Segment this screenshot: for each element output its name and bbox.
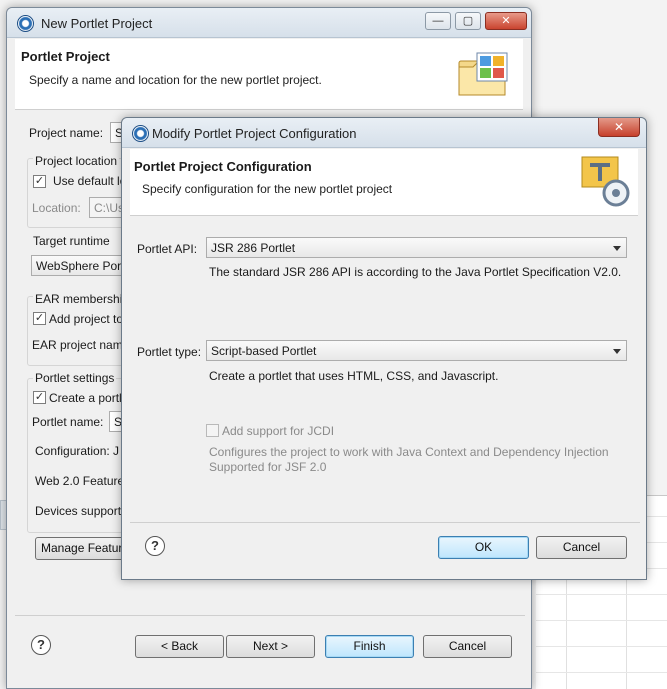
eclipse-logo-icon	[17, 15, 34, 32]
window-titlebar: New Portlet Project — ▢ ✕	[7, 8, 531, 38]
add-project-to-ear-label: Add project to	[49, 312, 124, 326]
dialog-close-button[interactable]: ✕	[598, 118, 640, 137]
modify-portlet-configuration-dialog: Modify Portlet Project Configuration ✕ P…	[121, 117, 647, 580]
project-name-label: Project name:	[29, 126, 104, 140]
jcdi-support-label: Add support for JCDI	[222, 424, 335, 438]
dialog-header: Portlet Project Configuration Specify co…	[130, 149, 638, 216]
cancel-button[interactable]: Cancel	[423, 635, 512, 658]
folder-wizard-icon	[458, 52, 508, 96]
help-icon[interactable]: ?	[31, 635, 51, 655]
project-location-label: Project location	[33, 154, 120, 168]
eclipse-logo-icon	[132, 125, 149, 142]
portlet-type-value: Script-based Portlet	[211, 344, 317, 358]
finish-button[interactable]: Finish	[325, 635, 414, 658]
web20-features-label: Web 2.0 Feature	[35, 474, 125, 488]
dialog-header-title: Portlet Project Configuration	[134, 159, 312, 174]
wizard-subtitle: Specify a name and location for the new …	[29, 73, 322, 87]
target-runtime-label: Target runtime	[33, 234, 110, 248]
chevron-down-icon	[613, 246, 621, 251]
use-default-location-label: Use default lo	[53, 174, 127, 188]
portlet-name-label: Portlet name:	[32, 415, 104, 429]
button-bar-separator	[15, 615, 525, 616]
configuration-gear-icon	[581, 156, 630, 207]
create-portlet-label: Create a portl	[49, 391, 122, 405]
use-default-location-checkbox[interactable]: ✓	[33, 175, 46, 188]
dialog-cancel-button[interactable]: Cancel	[536, 536, 627, 559]
close-button[interactable]: ✕	[485, 12, 527, 30]
dialog-titlebar: Modify Portlet Project Configuration ✕	[122, 118, 646, 148]
create-portlet-checkbox[interactable]: ✓	[33, 391, 46, 404]
maximize-button[interactable]: ▢	[455, 12, 481, 30]
jcdi-description-line2: Supported for JSF 2.0	[209, 460, 327, 474]
dialog-button-separator	[130, 522, 640, 523]
portlet-api-combo[interactable]: JSR 286 Portlet	[206, 237, 627, 258]
dialog-title: Modify Portlet Project Configuration	[152, 126, 357, 141]
wizard-header: Portlet Project Specify a name and locat…	[15, 39, 523, 110]
add-project-to-ear-checkbox[interactable]: ✓	[33, 312, 46, 325]
portlet-api-label: Portlet API:	[137, 242, 198, 256]
portlet-type-combo[interactable]: Script-based Portlet	[206, 340, 627, 361]
minimize-button[interactable]: —	[425, 12, 451, 30]
ear-membership-label: EAR membership	[33, 292, 132, 306]
portlet-api-description: The standard JSR 286 API is according to…	[209, 265, 622, 279]
portlet-type-description: Create a portlet that uses HTML, CSS, an…	[209, 369, 499, 383]
portlet-type-label: Portlet type:	[137, 345, 202, 359]
jcdi-support-checkbox[interactable]	[206, 424, 219, 437]
help-icon[interactable]: ?	[145, 536, 165, 556]
manage-features-button[interactable]: Manage Featur	[35, 537, 133, 560]
portlet-settings-label: Portlet settings	[33, 371, 117, 385]
target-runtime-combo[interactable]: WebSphere Port	[31, 255, 129, 276]
devices-support-label: Devices support	[35, 504, 122, 518]
wizard-title: Portlet Project	[21, 49, 110, 64]
configuration-label: Configuration: J	[35, 444, 120, 458]
dialog-header-subtitle: Specify configuration for the new portle…	[142, 182, 393, 196]
next-button[interactable]: Next >	[226, 635, 315, 658]
ear-membership-group	[27, 296, 132, 366]
ok-button[interactable]: OK	[438, 536, 529, 559]
location-label: Location:	[32, 201, 81, 215]
jcdi-description-line1: Configures the project to work with Java…	[209, 445, 609, 459]
portlet-api-value: JSR 286 Portlet	[211, 241, 296, 255]
back-button[interactable]: < Back	[135, 635, 224, 658]
window-title: New Portlet Project	[41, 16, 153, 31]
ear-project-name-label: EAR project nam	[32, 338, 123, 352]
chevron-down-icon	[613, 349, 621, 354]
